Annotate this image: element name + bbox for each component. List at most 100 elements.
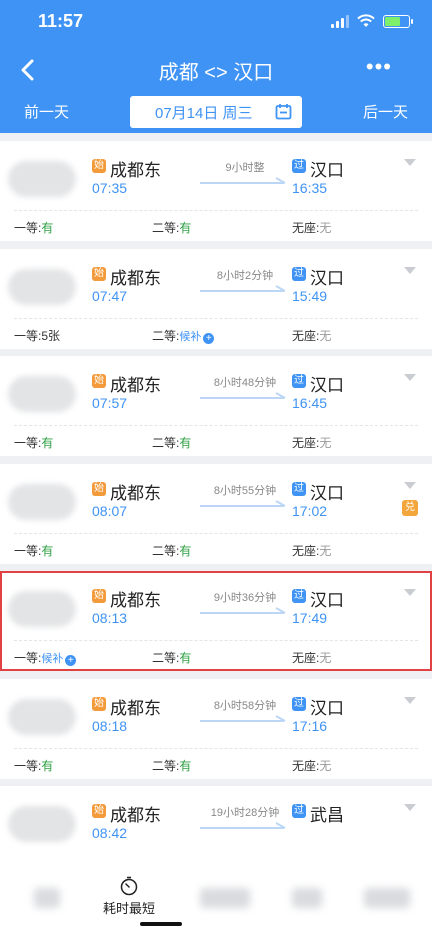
travel-duration: 8小时2分钟 [216, 269, 274, 282]
arrow-icon [200, 607, 286, 614]
departure-station: 成都东 [110, 376, 161, 395]
passing-badge: 过 [292, 374, 306, 388]
arrival-station: 汉口 [310, 376, 344, 395]
arrow-icon [200, 284, 286, 292]
no-seat: 无座:无 [292, 757, 331, 774]
origin-badge: 始 [92, 696, 106, 711]
first-class-seat: 一等:有 [14, 219, 53, 236]
origin-badge: 始 [92, 481, 106, 496]
departure-station: 成都东 [110, 591, 161, 610]
second-class-seat[interactable]: 二等:候补 + [152, 327, 215, 344]
chevron-down-icon[interactable] [404, 374, 416, 382]
origin-badge: 始 [92, 159, 106, 173]
passing-badge: 过 [292, 159, 306, 173]
arrow-icon [200, 392, 286, 399]
seat-label: 二等: [152, 651, 180, 665]
passing-badge: 过 [292, 266, 306, 281]
train-card[interactable]: 始成都东 08:07 8小时55分钟过汉口 17:02 兑一等:有 二等:有 无座:无 [0, 463, 432, 564]
first-class-seat[interactable]: 一等:候补 + [14, 649, 77, 666]
arrival-time: 16:35 [292, 180, 328, 196]
arrival-time: 17:49 [292, 610, 328, 626]
seat-label: 一等: [14, 651, 42, 665]
origin-badge: 始 [92, 374, 106, 388]
arrow-icon [200, 177, 286, 184]
first-class-seat: 一等:有 [14, 542, 53, 559]
arrow-icon [200, 822, 286, 829]
departure-station: 成都东 [110, 268, 161, 288]
arrow-icon [200, 714, 286, 722]
seat-availability: 候补 [41, 653, 64, 665]
seat-availability: 有 [41, 221, 54, 235]
no-seat: 无座:无 [292, 649, 331, 666]
more-menu-icon[interactable]: ••• [366, 54, 392, 80]
blurred-filter-tab[interactable] [200, 888, 250, 908]
passing-badge: 过 [292, 589, 306, 603]
arrival-station: 汉口 [310, 698, 344, 718]
arrow-icon [200, 499, 286, 507]
arrival-station: 汉口 [310, 268, 344, 288]
train-card[interactable]: 始成都东 08:18 8小时58分钟过汉口 17:16 一等:有 二等:有 无座:无 [0, 678, 432, 779]
divider [14, 747, 418, 749]
departure-station: 成都东 [110, 161, 161, 180]
chevron-down-icon[interactable] [404, 481, 416, 490]
arrival-station: 汉口 [310, 483, 344, 503]
first-class-seat: 一等:有 [14, 434, 53, 451]
departure-station: 成都东 [110, 806, 161, 825]
add-waitlist-icon[interactable]: + [203, 332, 215, 344]
exchange-badge: 兑 [402, 499, 418, 516]
seat-label: 无座: [292, 328, 320, 343]
passing-badge: 过 [292, 804, 306, 818]
date-label: 07月14日 周三 [155, 105, 253, 122]
next-day-button[interactable]: 后一天 [363, 101, 408, 122]
chevron-down-icon[interactable] [404, 696, 416, 705]
sort-shortest-label: 耗时最短 [102, 901, 155, 916]
date-picker[interactable]: 07月14日 周三 [130, 96, 302, 128]
seat-label: 一等: [14, 328, 42, 343]
no-seat: 无座:无 [292, 219, 331, 236]
travel-duration: 19小时28分钟 [210, 807, 280, 819]
train-card[interactable]: 始成都东 08:13 9小时36分钟 过汉口 17:49 一等:候补 + 二等:有 无座:无 [0, 571, 432, 671]
arrival-time: 17:16 [292, 717, 328, 734]
sort-shortest-tab[interactable]: 耗时最短 [96, 876, 162, 917]
train-card[interactable]: 始成都东 07:35 9小时整过汉口 16:35 一等:有 二等:有 无座:无 [0, 141, 432, 241]
seat-availability: 有 [179, 543, 192, 558]
second-class-seat: 二等:有 [152, 219, 191, 236]
seat-availability: 无 [319, 651, 332, 665]
chevron-down-icon[interactable] [404, 804, 416, 812]
seat-availability: 无 [319, 758, 332, 773]
seat-label: 无座: [292, 221, 320, 235]
seat-label: 无座: [292, 436, 320, 450]
divider [14, 532, 418, 534]
header: 11:57 成都 <> 汉口 ••• 前一天 07月14日 周三 后一天 [0, 0, 432, 133]
bottom-filter-bar: 耗时最短 [0, 866, 432, 935]
train-card[interactable]: 始成都东 07:57 8小时48分钟过汉口 16:45 一等:有 二等:有 无座:无 [0, 356, 432, 456]
travel-duration: 9小时36分钟 [213, 592, 277, 604]
departure-time: 08:18 [92, 717, 128, 734]
chevron-down-icon[interactable] [404, 159, 416, 167]
home-indicator [140, 922, 182, 926]
status-time: 11:57 [38, 11, 84, 31]
blurred-filter-tab[interactable] [34, 888, 60, 908]
origin-badge: 始 [92, 804, 106, 818]
arrival-time: 15:49 [292, 287, 328, 304]
travel-duration: 8小时55分钟 [213, 484, 277, 497]
blurred-train-number [8, 591, 76, 627]
seat-label: 无座: [292, 543, 320, 558]
seat-availability: 有 [41, 758, 54, 773]
divider [14, 640, 418, 641]
train-card[interactable]: 始成都东 07:47 8小时2分钟 过汉口 15:49 一等:5张 二等:候补 + 无座:无 [0, 248, 432, 349]
add-waitlist-icon[interactable]: + [65, 655, 77, 666]
second-class-seat: 二等:有 [152, 649, 191, 666]
arrival-station: 汉口 [310, 591, 344, 610]
origin-badge: 始 [92, 266, 106, 281]
blurred-filter-tab[interactable] [292, 888, 322, 908]
chevron-down-icon[interactable] [404, 589, 416, 597]
seat-label: 一等: [14, 543, 42, 558]
seat-availability: 有 [179, 651, 192, 665]
prev-day-button[interactable]: 前一天 [24, 101, 69, 122]
blurred-filter-tab[interactable] [364, 888, 410, 908]
chevron-down-icon[interactable] [404, 266, 416, 275]
departure-station: 成都东 [110, 698, 161, 718]
second-class-seat: 二等:有 [152, 757, 191, 774]
seat-label: 二等: [152, 221, 180, 235]
